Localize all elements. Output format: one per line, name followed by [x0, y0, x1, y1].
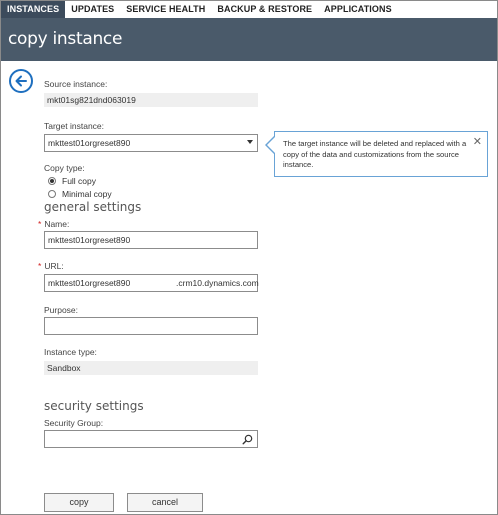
name-input[interactable]: mkttest01orgreset890	[44, 231, 258, 249]
source-instance-value: mkt01sg821dnd063019	[44, 93, 258, 107]
back-button[interactable]	[9, 69, 33, 93]
page-title: copy instance	[8, 29, 123, 49]
radio-full-copy[interactable]: Full copy	[48, 176, 96, 186]
tab-backup-restore[interactable]: BACKUP & RESTORE	[211, 1, 318, 18]
required-marker: *	[38, 261, 42, 271]
security-group-input[interactable]	[44, 430, 258, 448]
url-label-row: * URL:	[38, 261, 64, 271]
required-marker: *	[38, 219, 42, 229]
copy-button[interactable]: copy	[44, 493, 114, 512]
name-label: Name:	[44, 219, 70, 229]
tab-applications[interactable]: APPLICATIONS	[318, 1, 398, 18]
security-group-label: Security Group:	[44, 418, 104, 428]
chevron-down-icon	[247, 140, 253, 144]
info-callout: The target instance will be deleted and …	[274, 131, 488, 177]
callout-text: The target instance will be deleted and …	[283, 139, 467, 169]
radio-unselected-icon	[48, 190, 56, 198]
tab-instances[interactable]: INSTANCES	[1, 1, 66, 18]
cancel-button[interactable]: cancel	[127, 493, 203, 512]
radio-minimal-copy-label: Minimal copy	[62, 189, 112, 199]
radio-full-copy-label: Full copy	[62, 176, 97, 186]
tab-updates[interactable]: UPDATES	[65, 1, 120, 18]
instance-type-value: Sandbox	[44, 361, 258, 375]
title-bar: copy instance	[1, 18, 497, 61]
tab-service-health[interactable]: SERVICE HEALTH	[120, 1, 211, 18]
top-nav: INSTANCES UPDATES SERVICE HEALTH BACKUP …	[1, 1, 497, 18]
url-suffix: .crm10.dynamics.com	[176, 278, 259, 288]
purpose-label: Purpose:	[44, 305, 79, 315]
instance-type-label: Instance type:	[44, 347, 97, 357]
close-icon[interactable]: ✕	[473, 135, 482, 148]
target-instance-value: mkttest01orgreset890	[48, 138, 131, 148]
copy-type-label: Copy type:	[44, 163, 85, 173]
search-icon[interactable]	[242, 434, 253, 445]
source-instance-label: Source instance:	[44, 79, 108, 89]
radio-minimal-copy[interactable]: Minimal copy	[48, 189, 112, 199]
name-label-row: * Name:	[38, 219, 69, 229]
radio-selected-icon	[48, 177, 56, 185]
callout-pointer-fill	[267, 137, 275, 153]
target-instance-select[interactable]: mkttest01orgreset890	[44, 134, 258, 152]
purpose-input[interactable]	[44, 317, 258, 335]
general-settings-heading: general settings	[44, 200, 142, 214]
arrow-left-icon	[15, 75, 27, 87]
url-label: URL:	[44, 261, 64, 271]
security-settings-heading: security settings	[44, 399, 144, 413]
target-instance-label: Target instance:	[44, 121, 105, 131]
url-input[interactable]: mkttest01orgreset890 .crm10.dynamics.com	[44, 274, 259, 292]
url-value: mkttest01orgreset890	[48, 278, 131, 288]
